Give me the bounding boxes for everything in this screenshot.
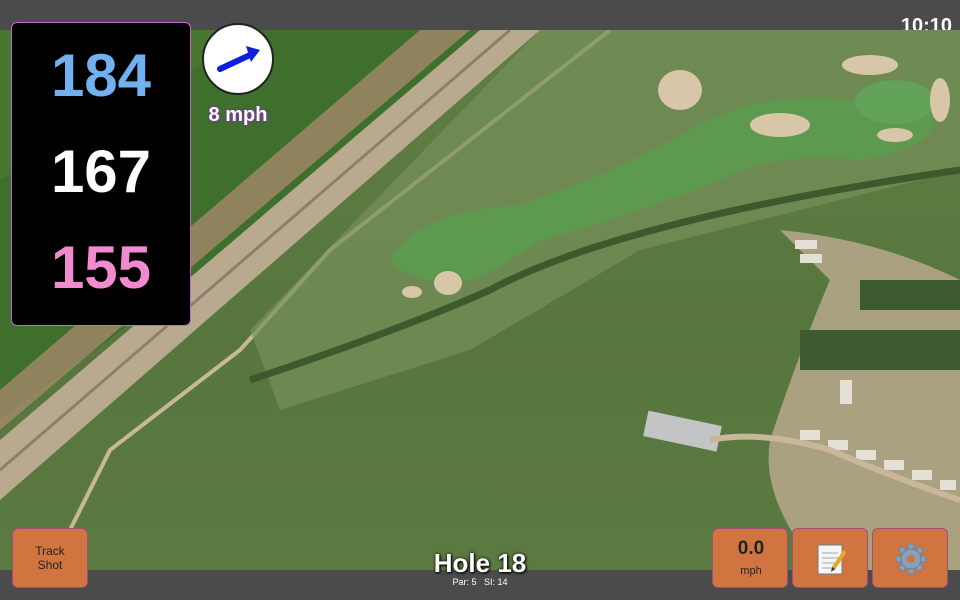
wind-arrow-icon [217, 46, 260, 72]
bunker [402, 286, 422, 298]
bunker [930, 78, 950, 122]
hole-si: SI: 14 [484, 577, 508, 587]
speed-value: 0.0 [737, 538, 765, 559]
speed-unit: mph [740, 565, 762, 577]
bunker [842, 55, 898, 75]
clubhouse [643, 410, 722, 452]
hole-info: Par: 5 SI: 14 [380, 577, 580, 587]
wind-speed: 8 mph [208, 104, 268, 126]
bunker [877, 128, 913, 142]
bunker [658, 70, 702, 110]
wind-indicator [202, 23, 274, 95]
distance-front: 155 [50, 234, 152, 301]
bunker [434, 271, 462, 295]
bunker [750, 113, 810, 137]
gear-icon [895, 543, 927, 575]
hole-title: Hole 18 [433, 548, 527, 578]
distance-panel: 184 167 155 [11, 22, 191, 326]
hole-par: Par: 5 [452, 577, 477, 587]
green [855, 80, 935, 124]
distance-back: 184 [50, 42, 152, 109]
settings-button[interactable] [872, 528, 948, 588]
distance-middle: 167 [50, 138, 152, 205]
speed-button[interactable]: 0.0 mph [712, 528, 788, 588]
notepad-icon [817, 544, 847, 575]
track-shot-button[interactable]: Track Shot [12, 528, 88, 588]
trees [800, 330, 960, 370]
notes-button[interactable] [792, 528, 868, 588]
track-shot-label: Track Shot [35, 544, 65, 572]
trees [860, 280, 960, 310]
